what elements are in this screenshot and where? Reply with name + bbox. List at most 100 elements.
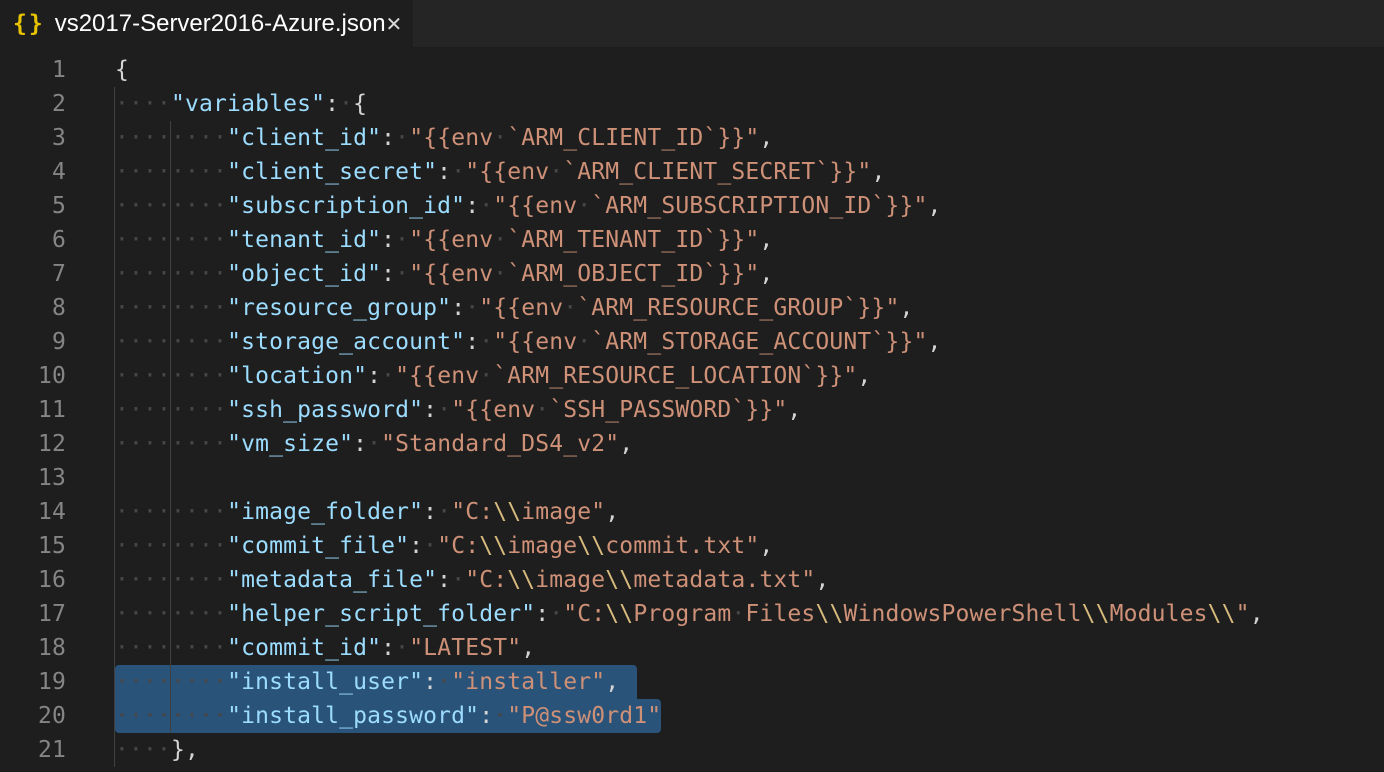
token-pun: , [605, 499, 619, 525]
line-number[interactable]: 21 [0, 733, 66, 767]
whitespace-dots: · [451, 567, 465, 593]
whitespace-dots: ········ [115, 601, 227, 627]
token-esc: \\ [605, 567, 633, 593]
code-line[interactable]: 2····"variables":·{ [0, 87, 1384, 121]
token-str: Program [633, 601, 731, 627]
line-number[interactable]: 19 [0, 665, 66, 699]
code-line[interactable]: 15········"commit_file":·"C:\\image\\com… [0, 529, 1384, 563]
line-number[interactable]: 1 [0, 53, 66, 87]
json-file-icon: {} [13, 11, 45, 37]
token-str: "{{env [409, 227, 493, 253]
code-line[interactable]: 17········"helper_script_folder":·"C:\\P… [0, 597, 1384, 631]
line-number[interactable]: 5 [0, 189, 66, 223]
whitespace-dots: · [535, 397, 549, 423]
code-line[interactable]: 7 ········"object_id":·"{{env·`ARM_OBJECT… [0, 257, 1384, 291]
token-pun: : [409, 533, 423, 559]
token-pun: , [521, 635, 535, 661]
code-content: ········"image_folder":·"C:\\image", [115, 495, 619, 529]
code-content: ········"subscription_id":·"{{env·`ARM_S… [115, 189, 941, 223]
code-content: ········"object_id":·"{{env·`ARM_OBJECT_… [115, 257, 773, 291]
code-line[interactable]: 5 ········"subscription_id":·"{{env·`ARM_… [0, 189, 1384, 223]
token-pun: : [437, 567, 451, 593]
whitespace-dots: ···· [115, 91, 171, 117]
token-str: "{{env [479, 295, 563, 321]
token-str: `ARM_STORAGE_ACCOUNT`}}" [591, 329, 927, 355]
token-pun: : [423, 397, 437, 423]
token-pun: : [479, 703, 493, 729]
line-number[interactable]: 7 [0, 257, 66, 291]
code-line[interactable]: 9········"storage_account":·"{{env·`ARM_… [0, 325, 1384, 359]
line-number[interactable]: 8 [0, 291, 66, 325]
code-line[interactable]: 19········"install_user":·"installer", [0, 665, 1384, 699]
tab-vs2017-server2016-azure-json[interactable]: {} vs2017-Server2016-Azure.json ✕ [0, 0, 413, 47]
token-esc: \\ [1082, 601, 1110, 627]
line-number[interactable]: 18 [0, 631, 66, 665]
line-number[interactable]: 9 [0, 325, 66, 359]
line-number[interactable]: 14 [0, 495, 66, 529]
code-content: ········"vm_size":·"Standard_DS4_v2", [115, 427, 633, 461]
token-esc: \\ [1208, 601, 1236, 627]
code-line[interactable]: 1{ [0, 53, 1384, 87]
token-str: "C: [563, 601, 605, 627]
code-line[interactable]: 13 [0, 461, 1384, 495]
line-number[interactable]: 15 [0, 529, 66, 563]
code-line[interactable]: 8 ········"resource_group":·"{{env·`ARM_R… [0, 291, 1384, 325]
line-number[interactable]: 16 [0, 563, 66, 597]
code-line[interactable]: 6········"tenant_id":·"{{env·`ARM_TENANT… [0, 223, 1384, 257]
line-number[interactable]: 11 [0, 393, 66, 427]
tab-close-icon[interactable]: ✕ [386, 14, 403, 34]
whitespace-dots: ········ [115, 431, 227, 457]
code-line[interactable]: 20 ········"install_password":·"P@ssw0rd1… [0, 699, 1384, 733]
line-number[interactable]: 17 [0, 597, 66, 631]
whitespace-dots: ········ [115, 227, 227, 253]
token-pun: }, [171, 737, 199, 763]
code-content: ········"resource_group":·"{{env·`ARM_RE… [115, 291, 913, 325]
code-line[interactable]: 16········"metadata_file":·"C:\\image\\m… [0, 563, 1384, 597]
code-content: ········"ssh_password":·"{{env·`SSH_PASS… [115, 393, 801, 427]
token-pun: : [381, 261, 395, 287]
token-esc: \\ [507, 567, 535, 593]
line-number[interactable]: 12 [0, 427, 66, 461]
token-pun: : [465, 329, 479, 355]
code-line[interactable]: 4········"client_secret":·"{{env·`ARM_CL… [0, 155, 1384, 189]
code-line[interactable]: 3········"client_id":·"{{env·`ARM_CLIENT… [0, 121, 1384, 155]
token-key: "helper_script_folder" [227, 601, 535, 627]
token-str: "P@ssw0rd1" [507, 703, 661, 729]
code-line[interactable]: 18········"commit_id":·"LATEST", [0, 631, 1384, 665]
token-key: "ssh_password" [227, 397, 423, 423]
line-number[interactable]: 3 [0, 121, 66, 155]
whitespace-dots: ········ [115, 703, 227, 729]
line-number[interactable]: 20 [0, 699, 66, 733]
line-number[interactable]: 10 [0, 359, 66, 393]
token-pun: : [381, 125, 395, 151]
code-editor[interactable]: 1{2····"variables":·{3········"client_id… [0, 47, 1384, 772]
tab-label: vs2017-Server2016-Azure.json [55, 10, 386, 38]
line-number[interactable]: 13 [0, 461, 66, 495]
token-str: "C: [437, 533, 479, 559]
whitespace-dots: · [493, 703, 507, 729]
token-pun: , [927, 329, 941, 355]
whitespace-dots: · [465, 295, 479, 321]
code-content: ········"install_password":·"P@ssw0rd1" [115, 699, 661, 733]
token-pun: , [759, 125, 773, 151]
token-pun: , [619, 431, 633, 457]
code-line[interactable]: 12 ········"vm_size":·"Standard_DS4_v2", [0, 427, 1384, 461]
token-str: "{{env [465, 159, 549, 185]
code-line[interactable]: 11········"ssh_password":·"{{env·`SSH_PA… [0, 393, 1384, 427]
whitespace-dots: · [381, 363, 395, 389]
whitespace-dots: · [437, 669, 451, 695]
token-esc: \\ [479, 533, 507, 559]
code-line[interactable]: 14 ········"image_folder":·"C:\\image", [0, 495, 1384, 529]
line-number[interactable]: 4 [0, 155, 66, 189]
token-key: "client_id" [227, 125, 381, 151]
code-line[interactable]: 10········"location":·"{{env·`ARM_RESOUR… [0, 359, 1384, 393]
line-number[interactable]: 2 [0, 87, 66, 121]
token-str: "Standard_DS4_v2" [381, 431, 619, 457]
code-line[interactable]: 21····}, [0, 733, 1384, 767]
token-key: "commit_id" [227, 635, 381, 661]
line-number[interactable]: 6 [0, 223, 66, 257]
whitespace-dots: · [731, 601, 745, 627]
whitespace-dots: · [549, 159, 563, 185]
whitespace-dots: ········ [115, 635, 227, 661]
whitespace-dots: · [423, 533, 437, 559]
